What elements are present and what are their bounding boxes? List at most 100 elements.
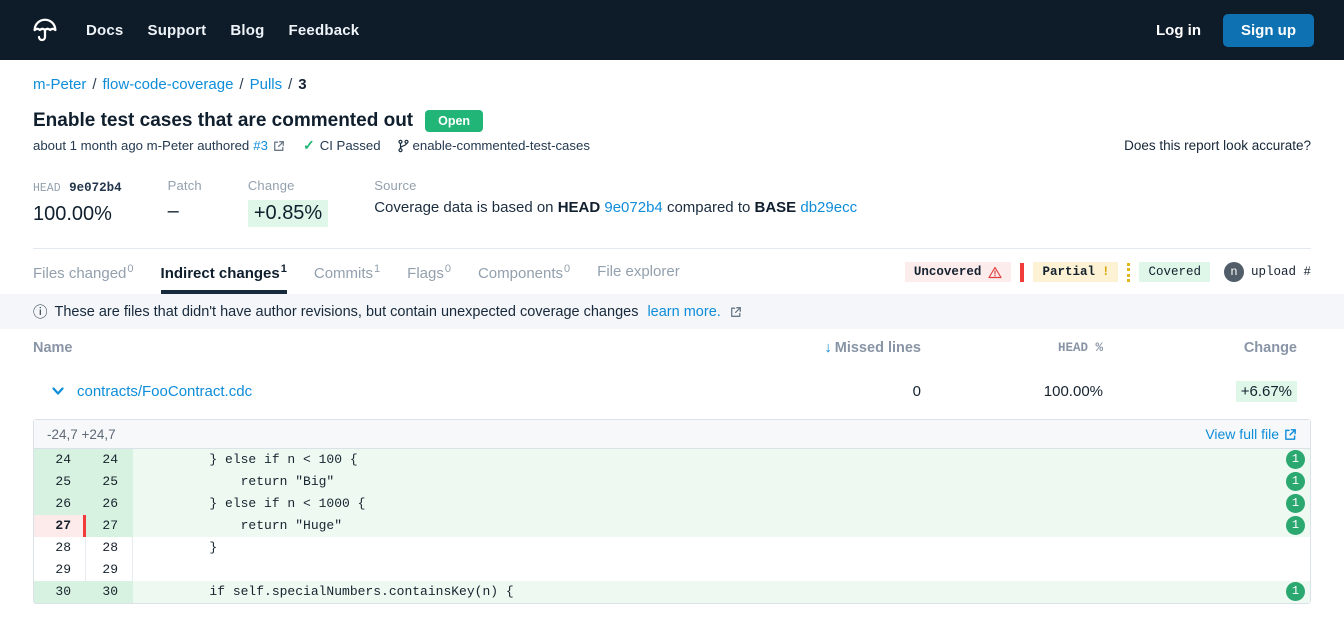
tab-count: 1 (374, 263, 380, 275)
code-line: } else if n < 100 { (133, 449, 1310, 471)
breadcrumb-separator: / (92, 76, 96, 93)
status-badge: Open (425, 110, 483, 132)
legend-partial: Partial ! (1033, 262, 1118, 282)
view-full-file-link[interactable]: View full file (1205, 426, 1297, 442)
column-header-change[interactable]: Change (1121, 340, 1311, 356)
tab-flags[interactable]: Flags0 (407, 263, 451, 294)
source-middle: compared to (663, 199, 755, 216)
line-upload-count-badge: 1 (1286, 450, 1305, 469)
head-line-number: 29 (86, 559, 133, 581)
upload-count-badge-sample: n (1224, 262, 1244, 282)
tab-commits[interactable]: Commits1 (314, 263, 380, 294)
nav-link-docs[interactable]: Docs (86, 22, 123, 39)
coverage-stats: HEAD 9e072b4 100.00% Patch – Change +0.8… (33, 178, 1311, 227)
source-label: Source (374, 178, 857, 193)
base-line-number: 26 (34, 493, 86, 515)
source-prefix: Coverage data is based on (374, 199, 557, 216)
coverage-legend: Uncovered Partial ! Covered n upload # (905, 262, 1311, 294)
head-label: HEAD (33, 182, 61, 195)
nav-link-feedback[interactable]: Feedback (289, 22, 360, 39)
diff-line-row[interactable]: 29 29 (34, 559, 1310, 581)
nav-link-blog[interactable]: Blog (230, 22, 264, 39)
stat-head: HEAD 9e072b4 100.00% (33, 178, 122, 226)
breadcrumb: m-Peter/flow-code-coverage/Pulls/3 (33, 76, 1311, 93)
git-branch-icon (397, 139, 410, 153)
diff-lines: 24 24 } else if n < 100 { 1 25 25 return… (34, 449, 1310, 603)
tab-count: 0 (564, 263, 570, 275)
patch-label: Patch (168, 178, 202, 193)
uncovered-bar-sample (1020, 263, 1024, 282)
file-change-value: +6.67% (1236, 381, 1297, 402)
diff-line-row[interactable]: 24 24 } else if n < 100 { 1 (34, 449, 1310, 471)
umbrella-icon (30, 15, 60, 45)
head-sha: 9e072b4 (69, 181, 122, 195)
nav-link-support[interactable]: Support (147, 22, 206, 39)
diff-header: -24,7 +24,7 View full file (34, 420, 1310, 449)
ci-check-icon: ✓ (303, 137, 315, 154)
diff-viewer: -24,7 +24,7 View full file 24 24 } else … (33, 419, 1311, 604)
external-link-icon[interactable] (730, 306, 742, 318)
partial-bar-sample (1127, 263, 1130, 282)
base-line-number: 25 (34, 471, 86, 493)
branch-wrap: enable-commented-test-cases (397, 138, 590, 153)
code-line: } else if n < 1000 { (133, 493, 1310, 515)
tab-indirect-changes[interactable]: Indirect changes1 (161, 263, 287, 294)
code-line: return "Big" (133, 471, 1310, 493)
indirect-changes-banner: ⓘ These are files that didn't have autho… (0, 294, 1344, 329)
missed-lines-value: 0 (781, 383, 931, 400)
base-line-number: 29 (34, 559, 86, 581)
upload-label: upload # (1251, 265, 1311, 279)
column-header-head-percent[interactable]: HEAD % (931, 341, 1121, 355)
pr-number-link[interactable]: #3 (253, 138, 268, 153)
source-base-word: BASE (755, 199, 797, 216)
line-upload-count-badge: 1 (1286, 472, 1305, 491)
code-line: return "Huge" (133, 515, 1310, 537)
code-line: if self.specialNumbers.containsKey(n) { (133, 581, 1310, 603)
diff-line-row[interactable]: 27 27 return "Huge" 1 (34, 515, 1310, 537)
tab-components[interactable]: Components0 (478, 263, 570, 294)
change-label: Change (248, 178, 328, 193)
nav-links: Docs Support Blog Feedback (86, 22, 359, 39)
column-header-name[interactable]: Name (33, 340, 781, 356)
base-line-number: 24 (34, 449, 86, 471)
head-line-number: 24 (86, 449, 133, 471)
source-head-sha-link[interactable]: 9e072b4 (604, 199, 662, 216)
legend-uncovered: Uncovered (905, 262, 1012, 282)
tabs-row: Files changed0 Indirect changes1 Commits… (33, 262, 1311, 294)
tab-count: 0 (445, 263, 451, 275)
learn-more-link[interactable]: learn more. (647, 304, 720, 320)
external-link-icon[interactable] (273, 140, 285, 152)
tab-file-explorer[interactable]: File explorer (597, 263, 680, 294)
breadcrumb-repo-link[interactable]: flow-code-coverage (103, 76, 234, 93)
source-base-sha-link[interactable]: db29ecc (800, 199, 857, 216)
column-header-missed-lines[interactable]: ↓Missed lines (781, 340, 931, 356)
breadcrumb-pull-id: 3 (298, 76, 306, 93)
diff-line-row[interactable]: 28 28 } (34, 537, 1310, 559)
patch-value: – (168, 200, 202, 223)
top-navbar: Docs Support Blog Feedback Log in Sign u… (0, 0, 1344, 60)
signup-button[interactable]: Sign up (1223, 14, 1314, 47)
page-title: Enable test cases that are commented out (33, 110, 413, 132)
breadcrumb-pulls-link[interactable]: Pulls (250, 76, 283, 93)
chevron-down-icon[interactable] (51, 385, 65, 397)
head-line-number: 26 (86, 493, 133, 515)
legend-covered: Covered (1139, 262, 1210, 282)
diff-line-row[interactable]: 25 25 return "Big" 1 (34, 471, 1310, 493)
login-link[interactable]: Log in (1156, 22, 1201, 39)
head-line-number: 30 (86, 581, 133, 603)
source-head-word: HEAD (558, 199, 601, 216)
base-line-number: 30 (34, 581, 86, 603)
report-accuracy-prompt[interactable]: Does this report look accurate? (1124, 138, 1311, 153)
file-name-link[interactable]: contracts/FooContract.cdc (77, 383, 252, 400)
base-line-number: 28 (34, 537, 86, 559)
tab-files-changed[interactable]: Files changed0 (33, 263, 134, 294)
breadcrumb-owner-link[interactable]: m-Peter (33, 76, 86, 93)
tab-count: 0 (127, 263, 133, 275)
diff-line-row[interactable]: 26 26 } else if n < 1000 { 1 (34, 493, 1310, 515)
head-line-number: 27 (86, 515, 133, 537)
diff-line-row[interactable]: 30 30 if self.specialNumbers.containsKey… (34, 581, 1310, 603)
codecov-logo[interactable] (30, 15, 60, 45)
warning-triangle-icon (988, 266, 1002, 279)
tab-count: 1 (281, 263, 287, 275)
code-line (133, 559, 1310, 581)
